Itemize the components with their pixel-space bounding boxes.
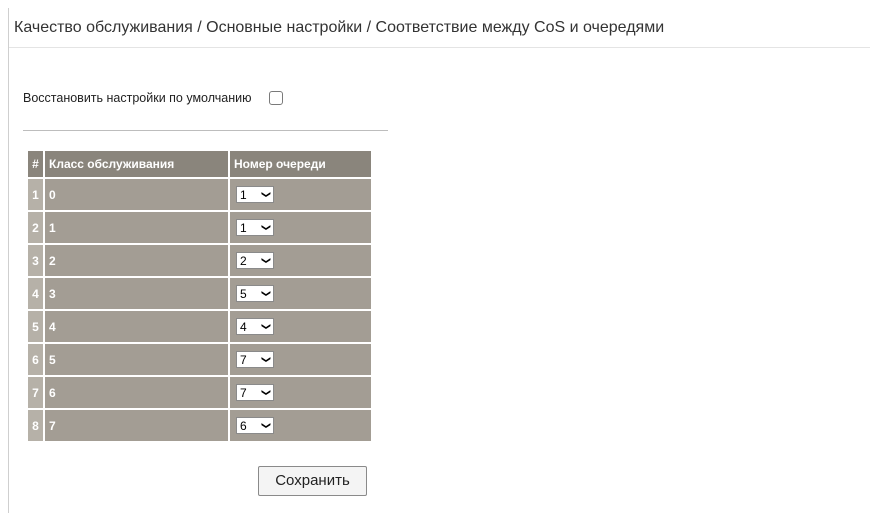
queue-select-value: 7 [240, 385, 247, 400]
queue-cell: 5 ❯ [230, 278, 371, 309]
row-index: 3 [28, 245, 43, 276]
queue-select-value: 5 [240, 286, 247, 301]
queue-cell: 2 ❯ [230, 245, 371, 276]
row-index: 7 [28, 377, 43, 408]
table-header-row: # Класс обслуживания Номер очереди [28, 151, 371, 177]
queue-cell: 4 ❯ [230, 311, 371, 342]
queue-select-value: 1 [240, 187, 247, 202]
row-index: 5 [28, 311, 43, 342]
row-index: 2 [28, 212, 43, 243]
column-header-cos: Класс обслуживания [45, 151, 228, 177]
chevron-down-icon: ❯ [261, 190, 272, 199]
table-row: 3 2 2 ❯ [28, 245, 371, 276]
queue-select[interactable]: 1 ❯ [236, 219, 274, 236]
chevron-down-icon: ❯ [261, 355, 272, 364]
row-cos: 0 [45, 179, 228, 210]
chevron-down-icon: ❯ [261, 322, 272, 331]
table-row: 8 7 6 ❯ [28, 410, 371, 441]
row-cos: 5 [45, 344, 228, 375]
queue-cell: 7 ❯ [230, 377, 371, 408]
table-row: 4 3 5 ❯ [28, 278, 371, 309]
row-cos: 3 [45, 278, 228, 309]
column-header-queue: Номер очереди [230, 151, 371, 177]
queue-cell: 7 ❯ [230, 344, 371, 375]
queue-select[interactable]: 7 ❯ [236, 384, 274, 401]
chevron-down-icon: ❯ [261, 223, 272, 232]
row-cos: 2 [45, 245, 228, 276]
row-index: 4 [28, 278, 43, 309]
row-index: 1 [28, 179, 43, 210]
queue-select-value: 7 [240, 352, 247, 367]
table-row: 1 0 1 ❯ [28, 179, 371, 210]
row-cos: 4 [45, 311, 228, 342]
queue-cell: 1 ❯ [230, 212, 371, 243]
table-row: 5 4 4 ❯ [28, 311, 371, 342]
restore-defaults-checkbox[interactable] [269, 91, 284, 105]
page-title: Качество обслуживания / Основные настрой… [9, 8, 870, 48]
queue-cell: 1 ❯ [230, 179, 371, 210]
row-index: 8 [28, 410, 43, 441]
save-button[interactable]: Сохранить [258, 466, 367, 496]
queue-select[interactable]: 1 ❯ [236, 186, 274, 203]
queue-select[interactable]: 4 ❯ [236, 318, 274, 335]
table-row: 7 6 7 ❯ [28, 377, 371, 408]
queue-select-value: 6 [240, 418, 247, 433]
row-cos: 6 [45, 377, 228, 408]
row-index: 6 [28, 344, 43, 375]
chevron-down-icon: ❯ [261, 388, 272, 397]
content-frame: Качество обслуживания / Основные настрой… [8, 8, 870, 513]
chevron-down-icon: ❯ [261, 256, 272, 265]
column-header-index: # [28, 151, 43, 177]
queue-select[interactable]: 5 ❯ [236, 285, 274, 302]
queue-select-value: 1 [240, 220, 247, 235]
queue-select[interactable]: 7 ❯ [236, 351, 274, 368]
queue-cell: 6 ❯ [230, 410, 371, 441]
row-cos: 7 [45, 410, 228, 441]
divider [23, 130, 388, 131]
row-cos: 1 [45, 212, 228, 243]
queue-select[interactable]: 6 ❯ [236, 417, 274, 434]
queue-select-value: 4 [240, 319, 247, 334]
queue-select[interactable]: 2 ❯ [236, 252, 274, 269]
chevron-down-icon: ❯ [261, 289, 272, 298]
restore-defaults-row: Восстановить настройки по умолчанию [23, 88, 284, 108]
restore-defaults-label: Восстановить настройки по умолчанию [23, 91, 252, 105]
chevron-down-icon: ❯ [261, 421, 272, 430]
table-row: 2 1 1 ❯ [28, 212, 371, 243]
cos-queue-table: # Класс обслуживания Номер очереди 1 0 1… [26, 149, 373, 443]
table-row: 6 5 7 ❯ [28, 344, 371, 375]
queue-select-value: 2 [240, 253, 247, 268]
